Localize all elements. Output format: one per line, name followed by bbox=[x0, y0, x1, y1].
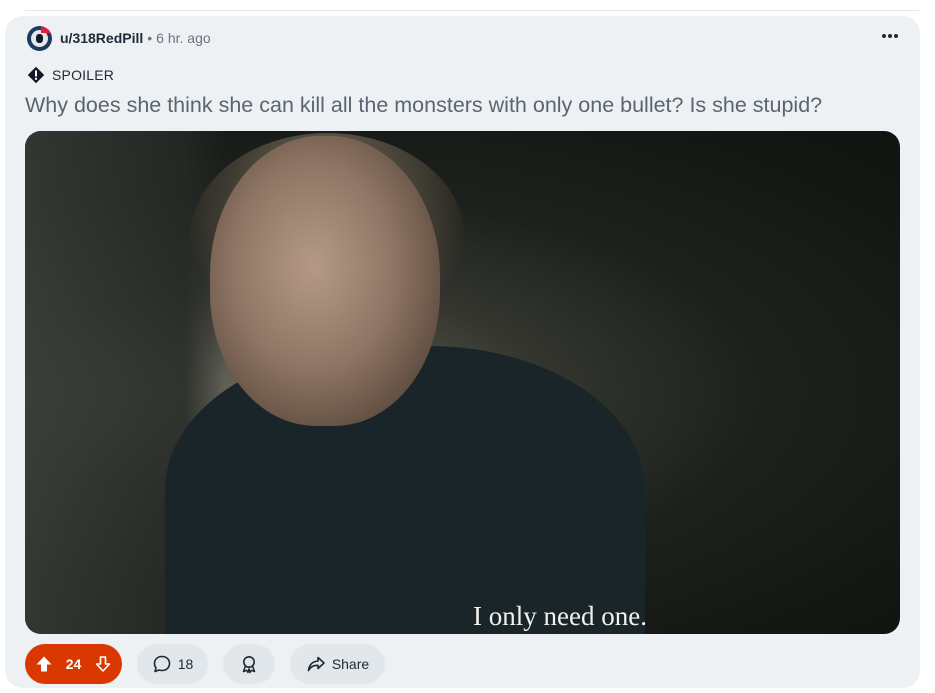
vote-count: 24 bbox=[65, 656, 82, 672]
award-button[interactable] bbox=[223, 644, 275, 684]
comments-button[interactable]: 18 bbox=[137, 644, 208, 684]
post-header: u/318RedPill • 6 hr. ago bbox=[27, 24, 211, 52]
award-icon bbox=[239, 654, 259, 674]
author-link[interactable]: u/318RedPill bbox=[60, 30, 143, 46]
downvote-icon[interactable] bbox=[94, 655, 112, 673]
meta-separator: • bbox=[147, 30, 153, 46]
comment-count: 18 bbox=[177, 656, 194, 672]
post-title[interactable]: Why does she think she can kill all the … bbox=[25, 93, 822, 118]
image-subtitle: I only need one. bbox=[473, 601, 647, 631]
post-time: 6 hr. ago bbox=[156, 30, 211, 46]
spoiler-tag: SPOILER bbox=[27, 66, 114, 84]
post-image[interactable]: I only need one. bbox=[25, 131, 900, 634]
upvote-icon[interactable] bbox=[35, 655, 53, 673]
post-card[interactable]: u/318RedPill • 6 hr. ago SPOILER Why doe… bbox=[5, 16, 920, 688]
more-options-button[interactable] bbox=[878, 26, 902, 46]
vote-control: 24 bbox=[25, 644, 122, 684]
image-figure-face bbox=[210, 136, 440, 426]
share-button[interactable]: Share bbox=[290, 644, 385, 684]
action-bar: 24 18 Share bbox=[25, 644, 385, 684]
share-label: Share bbox=[331, 656, 370, 672]
top-divider bbox=[25, 10, 919, 11]
share-icon bbox=[306, 654, 326, 674]
comment-icon bbox=[152, 654, 172, 674]
more-icon bbox=[881, 33, 899, 39]
spoiler-icon bbox=[27, 66, 45, 84]
spoiler-label: SPOILER bbox=[52, 67, 115, 83]
avatar[interactable] bbox=[27, 25, 52, 51]
